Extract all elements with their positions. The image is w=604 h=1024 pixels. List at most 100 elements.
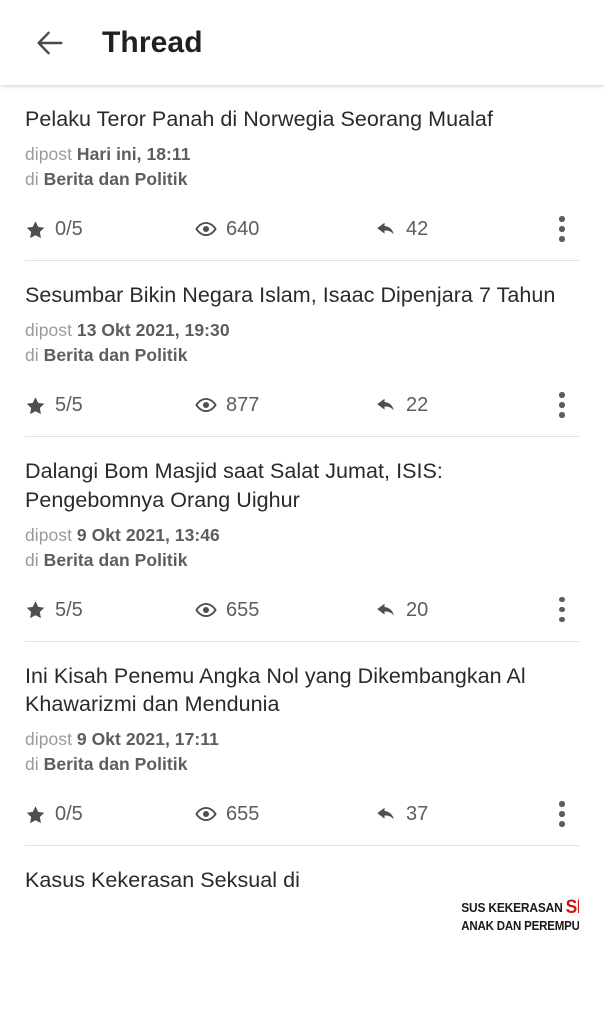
views-stat: 655 [195,803,375,825]
thread-list-item[interactable]: Kasus Kekerasan Seksual di SUS KEKERASAN… [0,846,604,964]
views-value: 655 [226,803,260,825]
star-icon [25,599,46,620]
thread-title[interactable]: Pelaku Teror Panah di Norwegia Seorang M… [25,105,579,133]
thread-stats-row: 0/5 655 37 [25,797,579,831]
thread-list-item[interactable]: Ini Kisah Penemu Angka Nol yang Dikemban… [0,641,604,845]
rating-value: 0/5 [55,218,83,241]
thread-category[interactable]: Berita dan Politik [44,169,188,189]
rating-stat[interactable]: 5/5 [25,599,195,620]
replies-value: 42 [406,218,429,241]
thread-text-block: Kasus Kekerasan Seksual di [25,866,437,894]
thumbnail-graphic: SUS KEKERASAN SEKSU ANAK DAN PEREMPUAN: [451,898,579,933]
thread-list-item[interactable]: Sesumbar Bikin Negara Islam, Isaac Dipen… [0,261,604,437]
thread-title[interactable]: Sesumbar Bikin Negara Islam, Isaac Dipen… [25,281,579,309]
rating-value: 5/5 [55,394,83,417]
replies-stat[interactable]: 22 [375,394,525,416]
posted-prefix: dipost [25,729,72,750]
thread-title[interactable]: Ini Kisah Penemu Angka Nol yang Dikemban… [25,662,579,719]
thread-title[interactable]: Kasus Kekerasan Seksual di [25,866,437,894]
dot [559,402,565,408]
thread-category[interactable]: Berita dan Politik [44,754,188,774]
in-prefix: di [25,169,39,190]
views-stat: 877 [195,394,375,416]
page-title: Thread [102,25,203,59]
eye-icon [195,599,217,621]
replies-stat[interactable]: 42 [375,218,525,240]
dot [559,801,565,807]
thread-meta: dipost Hari ini, 18:11 di Berita dan Pol… [25,142,579,192]
thread-category[interactable]: Berita dan Politik [44,550,188,570]
posted-prefix: dipost [25,320,72,341]
posted-timestamp: 9 Okt 2021, 17:11 [76,729,219,750]
thread-category[interactable]: Berita dan Politik [44,345,188,365]
views-value: 640 [226,218,260,241]
rating-stat[interactable]: 5/5 [25,395,195,416]
back-button[interactable] [22,15,78,71]
star-icon [25,219,46,240]
rating-stat[interactable]: 0/5 [25,804,195,825]
thumbnail-line1-prefix: SUS KEKERASAN [461,900,566,916]
thumbnail-headline-line1: SUS KEKERASAN SEKSU [461,898,579,918]
thread-list-item[interactable]: Dalangi Bom Masjid saat Salat Jumat, ISI… [0,437,604,641]
eye-icon [195,218,217,240]
reply-arrow-icon [375,803,397,825]
eye-icon [195,394,217,416]
views-value: 877 [226,394,260,417]
thread-text-block: Dalangi Bom Masjid saat Salat Jumat, ISI… [25,457,579,572]
dot [559,226,565,232]
posted-prefix: dipost [25,144,72,165]
thread-content-row: Sesumbar Bikin Negara Islam, Isaac Dipen… [25,281,579,368]
star-icon [25,395,46,416]
rating-value: 5/5 [55,598,83,621]
app-bar: Thread [0,0,604,85]
dot [559,811,565,817]
posted-timestamp: Hari ini, 18:11 [76,144,191,165]
in-prefix: di [25,345,39,366]
thread-meta: dipost 13 Okt 2021, 19:30 di Berita dan … [25,318,579,368]
thumbnail-headline-line2: ANAK DAN PEREMPUAN: [461,919,579,934]
replies-value: 37 [406,803,429,825]
rating-value: 0/5 [55,803,83,825]
more-vertical-icon[interactable] [545,212,579,246]
dot [559,821,565,827]
replies-stat[interactable]: 20 [375,599,525,621]
thread-thumbnail: SUS KEKERASAN SEKSU ANAK DAN PEREMPUAN: [451,868,579,964]
dot [559,606,565,613]
eye-icon [195,803,217,825]
replies-stat[interactable]: 37 [375,803,525,825]
replies-value: 20 [406,598,429,621]
dot [559,616,565,623]
thread-screen: Thread Pelaku Teror Panah di Norwegia Se… [0,0,604,1024]
thread-content-row: Dalangi Bom Masjid saat Salat Jumat, ISI… [25,457,579,572]
thread-text-block: Ini Kisah Penemu Angka Nol yang Dikemban… [25,662,579,777]
in-prefix: di [25,754,39,775]
thread-content-row: Pelaku Teror Panah di Norwegia Seorang M… [25,105,579,192]
dot [559,392,565,398]
thread-list: Pelaku Teror Panah di Norwegia Seorang M… [0,85,604,964]
reply-arrow-icon [375,599,397,621]
rating-stat[interactable]: 0/5 [25,219,195,240]
posted-timestamp: 13 Okt 2021, 19:30 [76,320,230,341]
posted-prefix: dipost [25,524,72,545]
thread-text-block: Sesumbar Bikin Negara Islam, Isaac Dipen… [25,281,579,368]
more-vertical-icon[interactable] [545,797,579,831]
posted-timestamp: 9 Okt 2021, 13:46 [76,524,220,545]
thread-list-item[interactable]: Pelaku Teror Panah di Norwegia Seorang M… [0,85,604,261]
more-vertical-icon[interactable] [545,593,579,627]
dot [559,216,565,222]
thread-meta: dipost 9 Okt 2021, 13:46 di Berita dan P… [25,523,579,573]
thread-meta: dipost 9 Okt 2021, 17:11 di Berita dan P… [25,727,579,777]
thread-text-block: Pelaku Teror Panah di Norwegia Seorang M… [25,105,579,192]
more-vertical-icon[interactable] [545,388,579,422]
views-stat: 640 [195,218,375,240]
dot [559,596,565,603]
dot [559,236,565,242]
in-prefix: di [25,549,39,570]
views-value: 655 [226,598,260,621]
arrow-left-icon [33,26,67,60]
thread-stats-row: 5/5 655 20 [25,593,579,627]
views-stat: 655 [195,599,375,621]
thread-stats-row: 5/5 877 22 [25,388,579,422]
thumbnail-line1-highlight: SEKSU [565,897,579,919]
thread-title[interactable]: Dalangi Bom Masjid saat Salat Jumat, ISI… [25,457,579,514]
